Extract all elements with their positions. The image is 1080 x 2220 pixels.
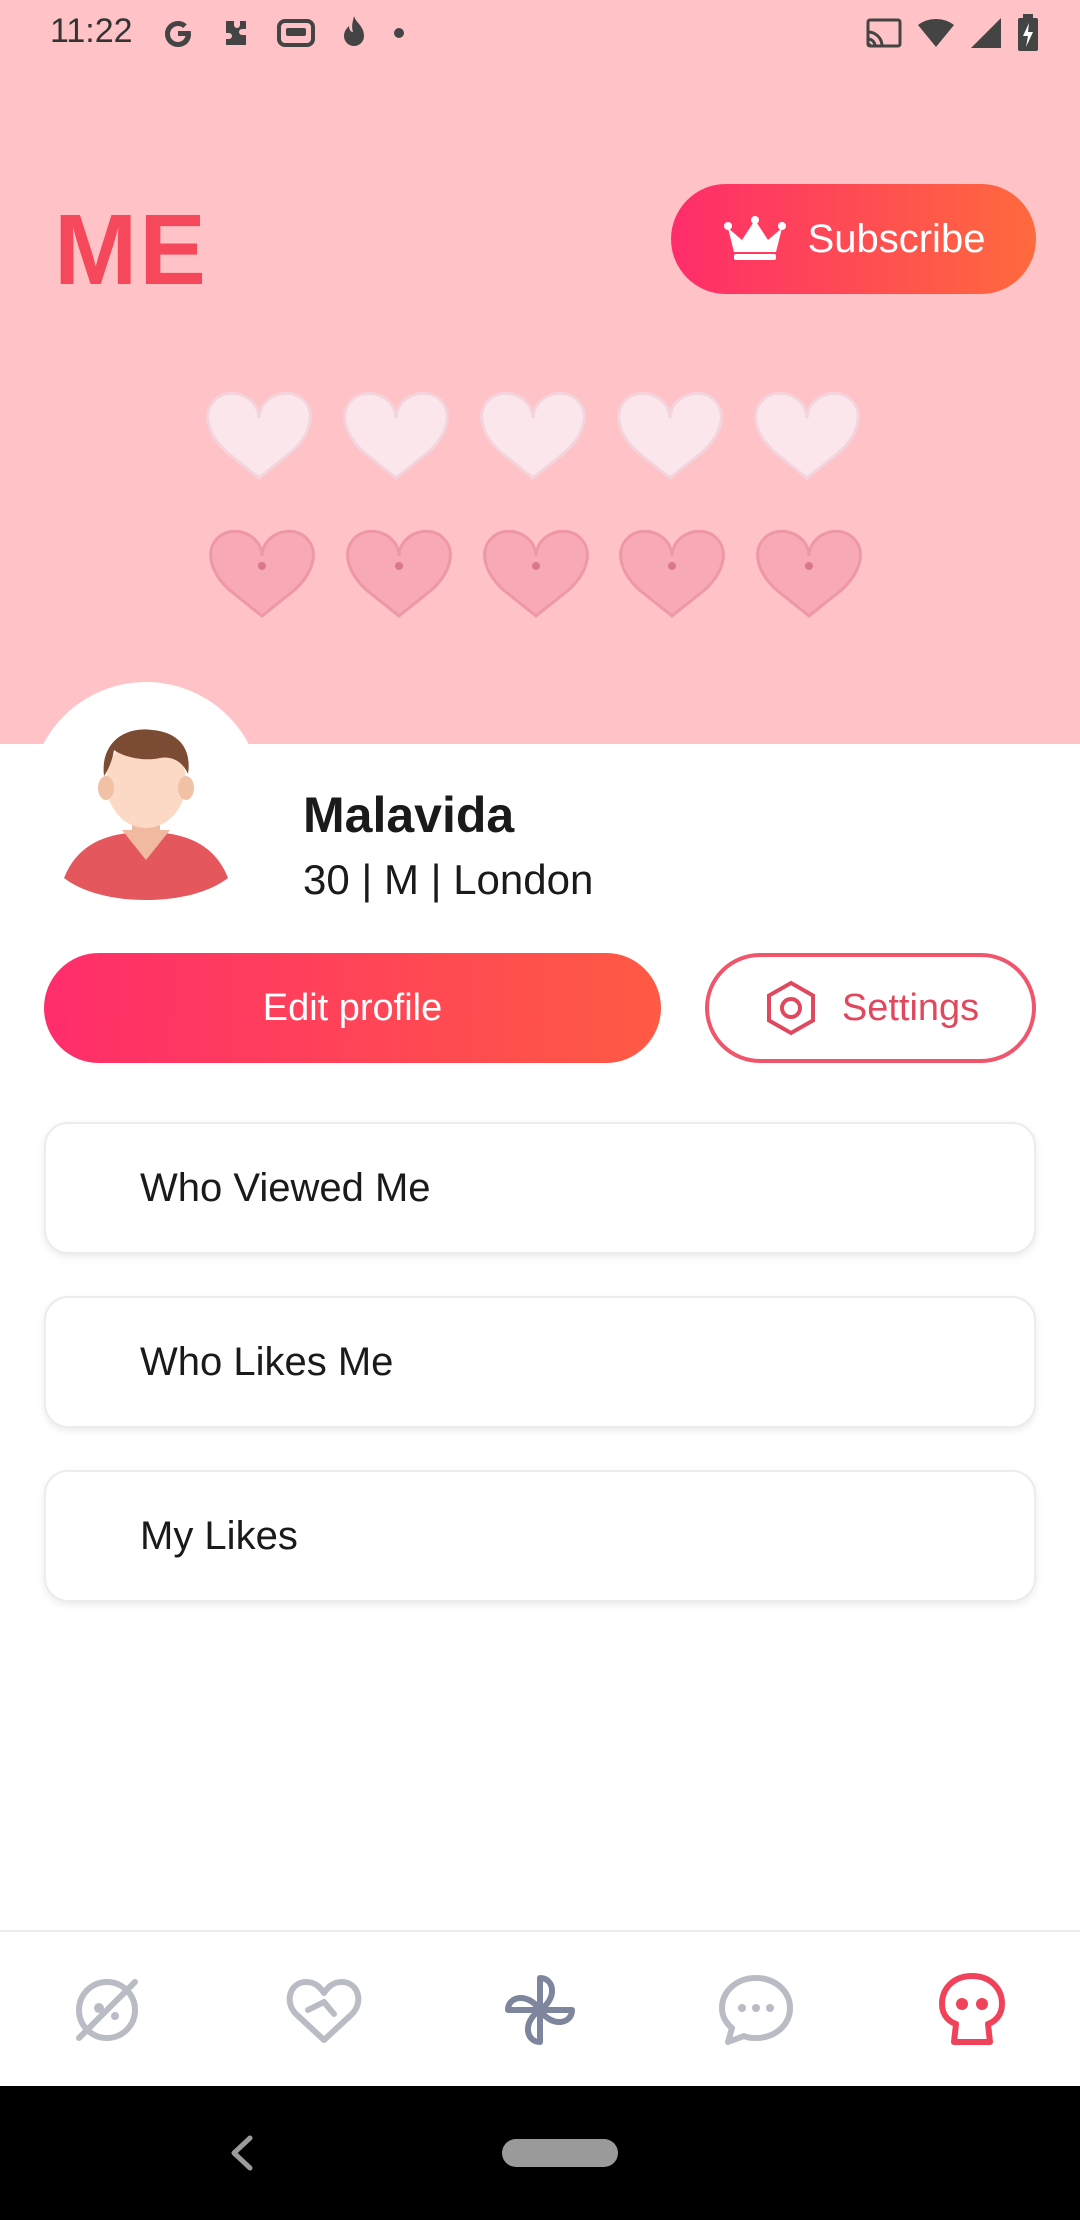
status-bar: 11:22: [0, 0, 1080, 66]
me-screen: 11:22 ME Subscribe Malavida 30 | M | Lon…: [0, 0, 1080, 2220]
my-likes-item[interactable]: My Likes: [44, 1470, 1036, 1602]
menu-item-label: My Likes: [140, 1513, 298, 1558]
profile-info: 30 | M | London: [303, 856, 594, 903]
puzzle-icon: [226, 21, 246, 45]
avatar[interactable]: [30, 682, 262, 914]
settings-label: Settings: [841, 986, 980, 1029]
heart-icon: [286, 1979, 362, 2043]
battery-icon: [1018, 14, 1038, 51]
menu-item-label: Who Likes Me: [140, 1339, 394, 1384]
bottom-navigation: [0, 1930, 1080, 2088]
profile-name: Malavida: [303, 787, 515, 843]
google-icon: [165, 21, 191, 47]
cast-icon: [866, 18, 902, 48]
pinwheel-icon: [505, 1975, 575, 2045]
settings-button[interactable]: Settings: [705, 953, 1036, 1063]
pink-hearts-row: [209, 529, 862, 618]
wifi-icon: [918, 19, 954, 47]
nav-profile[interactable]: [924, 1962, 1020, 2058]
notification-icons: [160, 12, 406, 54]
flame-icon: [344, 16, 364, 46]
subscribe-button[interactable]: Subscribe: [671, 184, 1036, 294]
white-hearts-row: [206, 391, 860, 480]
nav-likes[interactable]: [276, 1962, 372, 2058]
nav-discover[interactable]: [59, 1962, 155, 2058]
who-viewed-me-item[interactable]: Who Viewed Me: [44, 1122, 1036, 1254]
signal-icon: [971, 18, 1001, 48]
crown-icon: [723, 216, 786, 260]
page-title: ME: [54, 194, 208, 306]
who-likes-me-item[interactable]: Who Likes Me: [44, 1296, 1036, 1428]
profile-icon: [939, 1973, 1005, 2045]
crochet-hearts-decoration: [206, 391, 862, 618]
discover-icon: [76, 1979, 138, 2041]
subscribe-label: Subscribe: [807, 216, 986, 261]
status-time: 11:22: [50, 12, 133, 50]
nav-chat[interactable]: [708, 1962, 804, 2058]
home-pill[interactable]: [502, 2139, 618, 2167]
settings-hexagon-icon: [766, 980, 815, 1036]
edit-profile-label: Edit profile: [262, 986, 443, 1029]
menu-item-label: Who Viewed Me: [140, 1165, 431, 1210]
app-icon: [277, 19, 315, 47]
system-navigation-bar: [0, 2086, 1080, 2220]
nav-match[interactable]: [492, 1962, 588, 2058]
avatar-illustration: [64, 729, 228, 900]
system-status-icons: [864, 12, 1040, 54]
back-chevron-icon[interactable]: [222, 2130, 262, 2176]
chat-icon: [719, 1975, 793, 2045]
edit-profile-button[interactable]: Edit profile: [44, 953, 661, 1063]
dot-icon: [394, 28, 404, 38]
